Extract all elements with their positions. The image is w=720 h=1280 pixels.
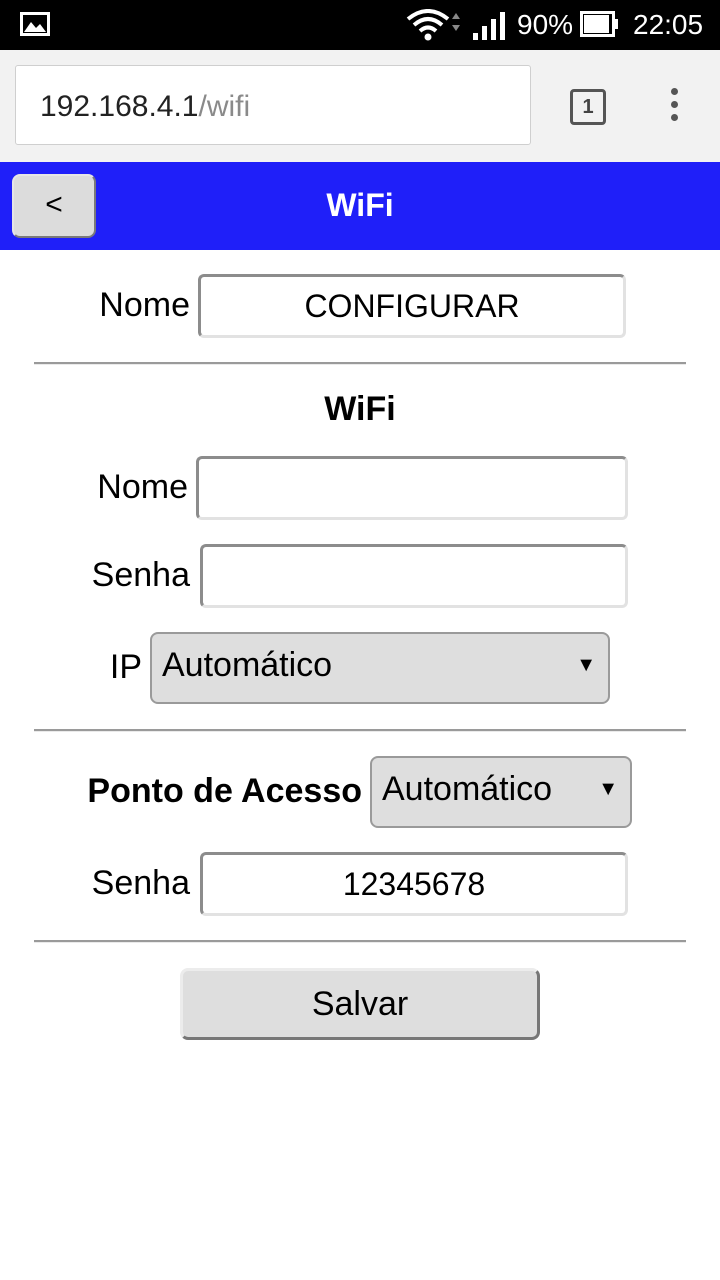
battery-icon bbox=[580, 11, 618, 37]
tabs-icon[interactable]: 1 bbox=[570, 89, 606, 125]
dropdown-arrow-icon: ▼ bbox=[576, 654, 596, 676]
access-point-password-input[interactable] bbox=[200, 852, 628, 916]
battery-percentage: 90% bbox=[517, 9, 574, 40]
device-name-label: Nome bbox=[99, 286, 190, 324]
wifi-password-label: Senha bbox=[91, 556, 190, 594]
ip-label: IP bbox=[109, 648, 142, 686]
divider bbox=[34, 362, 686, 365]
divider bbox=[34, 940, 686, 943]
app-header: < WiFi bbox=[0, 162, 720, 250]
divider bbox=[34, 729, 686, 732]
overflow-menu-icon[interactable] bbox=[664, 88, 684, 126]
url-host: 192.168.4.1 bbox=[40, 90, 199, 123]
page-title: WiFi bbox=[326, 187, 394, 223]
access-point-mode-value: Automático bbox=[382, 770, 553, 808]
device-name-input[interactable] bbox=[198, 274, 626, 338]
ip-mode-select[interactable]: Automático ▼ bbox=[150, 632, 610, 704]
back-button[interactable]: < bbox=[12, 174, 96, 238]
wifi-section-title: WiFi bbox=[324, 390, 396, 428]
save-button[interactable]: Salvar bbox=[180, 968, 540, 1040]
access-point-password-label: Senha bbox=[91, 864, 190, 902]
url-path: /wifi bbox=[198, 90, 251, 123]
signal-icon bbox=[473, 12, 505, 40]
address-bar[interactable]: 192.168.4.1/wifi bbox=[15, 65, 531, 145]
clock: 22:05 bbox=[633, 9, 704, 40]
gallery-icon bbox=[20, 12, 50, 36]
wifi-password-input[interactable] bbox=[200, 544, 628, 608]
access-point-label: Ponto de Acesso bbox=[87, 772, 362, 810]
browser-toolbar: 192.168.4.1/wifi 1 bbox=[0, 50, 720, 162]
ip-mode-value: Automático bbox=[162, 646, 333, 684]
wifi-ssid-label: Nome bbox=[97, 468, 188, 506]
wifi-ssid-input[interactable] bbox=[196, 456, 628, 520]
url-text: 192.168.4.1/wifi bbox=[40, 90, 250, 124]
status-bar: 90% 22:05 bbox=[0, 0, 720, 50]
dropdown-arrow-icon: ▼ bbox=[598, 778, 618, 800]
access-point-mode-select[interactable]: Automático ▼ bbox=[370, 756, 632, 828]
wifi-icon bbox=[406, 9, 460, 41]
